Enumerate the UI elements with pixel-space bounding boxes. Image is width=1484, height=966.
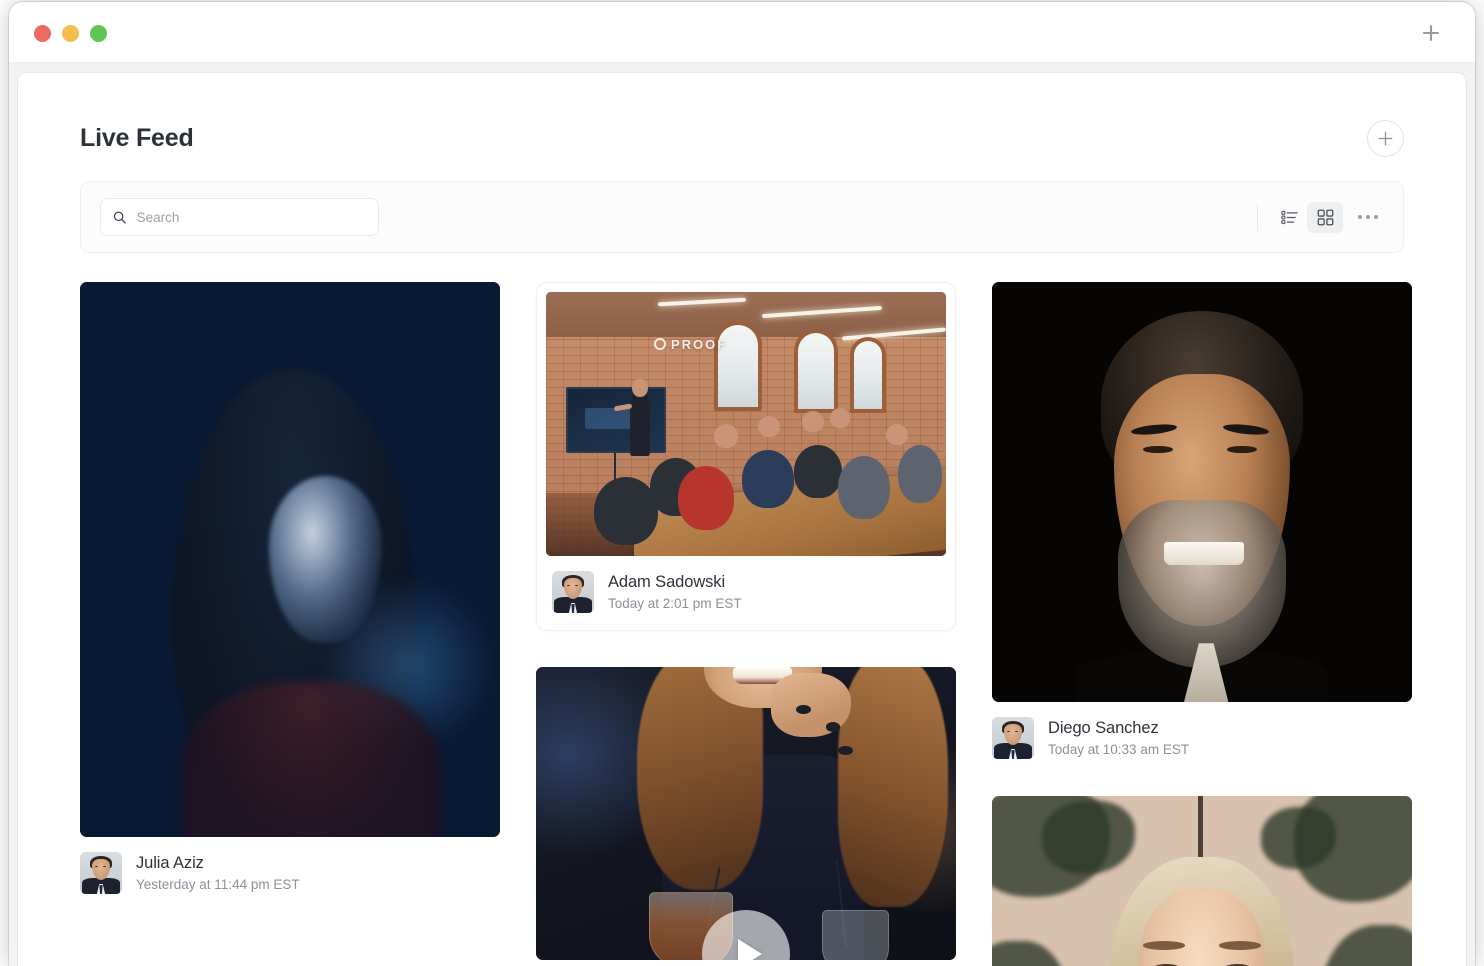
post-media[interactable] (992, 795, 1412, 966)
feed-column: Julia Aziz Yesterday at 11:44 pm EST (80, 282, 500, 966)
page-header: Live Feed (80, 73, 1404, 181)
post-timestamp: Today at 10:33 am EST (1048, 742, 1190, 758)
feed-post[interactable]: PROOF Adam Sadowski Today at 2:01 pm EST (536, 282, 956, 631)
post-caption: Adam Sadowski Today at 2:01 pm EST (546, 556, 946, 630)
close-window-button[interactable] (34, 25, 51, 42)
avatar[interactable] (80, 852, 122, 895)
feed-post[interactable] (536, 666, 956, 960)
post-photo-moody-portrait (80, 282, 500, 837)
feed-column: PROOF Adam Sadowski Today at 2:01 pm EST (536, 282, 956, 966)
post-media[interactable]: PROOF (546, 292, 946, 556)
office-wall-logo: PROOF (654, 337, 727, 352)
window-titlebar (9, 2, 1475, 63)
post-photo-office-presentation: PROOF (546, 292, 946, 556)
minimize-window-button[interactable] (62, 25, 79, 42)
app-window: Live Feed Search Julia Aziz Yesterday at… (9, 2, 1475, 966)
post-timestamp: Yesterday at 11:44 pm EST (136, 877, 300, 893)
post-caption-text: Diego Sanchez Today at 10:33 am EST (1048, 717, 1189, 760)
post-media[interactable] (992, 282, 1412, 702)
play-icon (738, 938, 762, 960)
post-author-name: Diego Sanchez (1048, 719, 1159, 737)
post-caption: Diego Sanchez Today at 10:33 am EST (992, 702, 1412, 760)
list-view-button[interactable] (1271, 202, 1307, 233)
more-horizontal-icon (1358, 215, 1362, 219)
more-horizontal-icon (1374, 215, 1378, 219)
list-view-icon (1280, 210, 1298, 224)
post-author-name: Julia Aziz (136, 854, 204, 872)
post-caption-text: Adam Sadowski Today at 2:01 pm EST (608, 571, 742, 614)
feed-post[interactable] (992, 795, 1412, 966)
content-panel: Live Feed Search Julia Aziz Yesterday at… (18, 73, 1466, 966)
post-photo-smiling-man (992, 282, 1412, 702)
search-field[interactable] (100, 198, 379, 236)
toolbar-divider (1257, 203, 1258, 231)
office-logo-text: PROOF (671, 336, 728, 352)
add-post-button[interactable] (1367, 119, 1404, 157)
post-caption: Julia Aziz Yesterday at 11:44 pm EST (80, 837, 500, 895)
plus-icon (1423, 25, 1439, 41)
toolbar-actions (1257, 201, 1385, 233)
post-timestamp: Today at 2:01 pm EST (608, 596, 742, 612)
feed-toolbar (80, 181, 1404, 253)
traffic-light-group (34, 25, 107, 42)
search-icon (113, 211, 126, 224)
search-input[interactable] (136, 209, 366, 225)
feed-post[interactable]: Diego Sanchez Today at 10:33 am EST (992, 282, 1412, 760)
post-media[interactable] (80, 282, 500, 837)
post-author-name: Adam Sadowski (608, 573, 726, 591)
feed-column: Diego Sanchez Today at 10:33 am EST (992, 282, 1412, 966)
plus-icon (1378, 131, 1393, 145)
feed-post[interactable]: Julia Aziz Yesterday at 11:44 pm EST (80, 282, 500, 895)
more-options-button[interactable] (1351, 202, 1385, 233)
grid-view-icon (1317, 209, 1333, 225)
page-title: Live Feed (80, 123, 194, 152)
grid-view-button[interactable] (1307, 201, 1343, 233)
feed-grid: Julia Aziz Yesterday at 11:44 pm EST PRO… (80, 253, 1412, 966)
new-tab-button[interactable] (1418, 20, 1444, 46)
post-caption-text: Julia Aziz Yesterday at 11:44 pm EST (136, 852, 300, 895)
maximize-window-button[interactable] (90, 25, 107, 42)
avatar[interactable] (552, 571, 594, 614)
more-horizontal-icon (1366, 215, 1370, 219)
content-scroll-area[interactable]: Live Feed Search Julia Aziz Yesterday at… (18, 73, 1466, 966)
post-media[interactable] (536, 666, 956, 960)
post-photo-sunset-woman (992, 795, 1412, 966)
avatar[interactable] (992, 717, 1034, 760)
